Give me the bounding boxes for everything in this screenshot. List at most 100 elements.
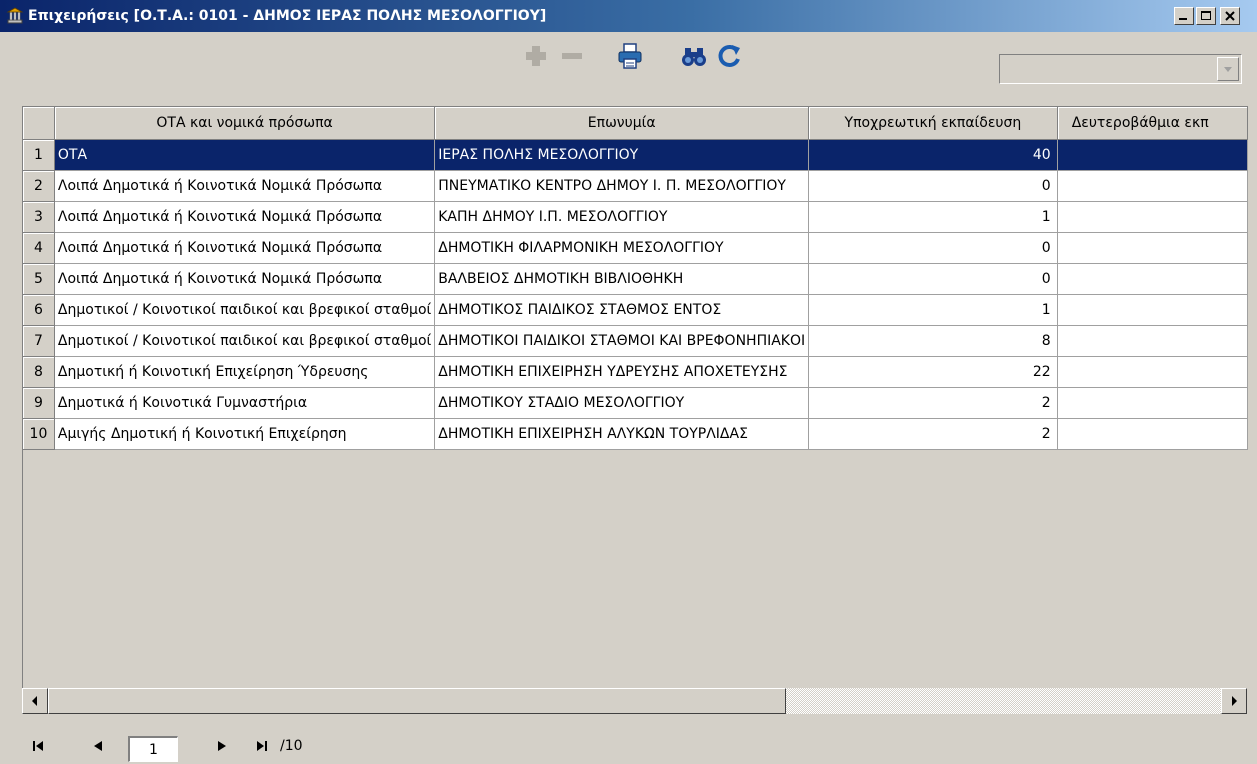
row-number[interactable]: 5 <box>23 263 55 295</box>
row-number[interactable]: 7 <box>23 325 55 357</box>
toolbar <box>0 32 1257 92</box>
cell-compulsory-education[interactable]: 40 <box>808 139 1058 171</box>
cell-secondary-education[interactable] <box>1057 232 1248 264</box>
find-icon[interactable] <box>680 42 708 70</box>
cell-type[interactable]: Δημοτικοί / Κοινοτικοί παιδικοί και βρεφ… <box>54 294 436 326</box>
cell-secondary-education[interactable] <box>1057 356 1248 388</box>
cell-compulsory-education[interactable]: 0 <box>808 263 1058 295</box>
cell-secondary-education[interactable] <box>1057 170 1248 202</box>
cell-type[interactable]: ΟΤΑ <box>54 139 436 171</box>
enterprises-table: ΟΤΑ και νομικά πρόσωπα Επωνυμία Υποχρεωτ… <box>23 107 1248 450</box>
cell-type[interactable]: Λοιπά Δημοτικά ή Κοινοτικά Νομικά Πρόσωπ… <box>54 263 436 295</box>
cell-compulsory-education[interactable]: 0 <box>808 232 1058 264</box>
row-number[interactable]: 6 <box>23 294 55 326</box>
horizontal-scrollbar[interactable] <box>22 688 1247 714</box>
cell-name[interactable]: ΙΕΡΑΣ ΠΟΛΗΣ ΜΕΣΟΛΟΓΓΙΟΥ <box>434 139 810 171</box>
table-row[interactable]: 1 ΟΤΑ ΙΕΡΑΣ ΠΟΛΗΣ ΜΕΣΟΛΟΓΓΙΟΥ 40 <box>23 139 1248 171</box>
cell-compulsory-education[interactable]: 2 <box>808 418 1058 450</box>
cell-type[interactable]: Λοιπά Δημοτικά ή Κοινοτικά Νομικά Πρόσωπ… <box>54 232 436 264</box>
cell-name[interactable]: ΔΗΜΟΤΙΚΗ ΕΠΙΧΕΙΡΗΣΗ ΑΛΥΚΩΝ ΤΟΥΡΛΙΔΑΣ <box>434 418 810 450</box>
row-number[interactable]: 1 <box>23 139 55 171</box>
app-icon <box>6 7 24 25</box>
table-row[interactable]: 7 Δημοτικοί / Κοινοτικοί παιδικοί και βρε… <box>23 325 1248 357</box>
cell-secondary-education[interactable] <box>1057 325 1248 357</box>
table-row[interactable]: 10 Αμιγής Δημοτική ή Κοινοτική Επιχείρηση… <box>23 418 1248 450</box>
minimize-button[interactable] <box>1174 7 1194 25</box>
cell-name[interactable]: ΚΑΠΗ ΔΗΜΟΥ Ι.Π. ΜΕΣΟΛΟΓΓΙΟΥ <box>434 201 810 233</box>
scroll-left-button[interactable] <box>22 688 48 714</box>
cell-secondary-education[interactable] <box>1057 294 1248 326</box>
cell-compulsory-education[interactable]: 1 <box>808 201 1058 233</box>
scroll-right-button[interactable] <box>1221 688 1247 714</box>
cell-secondary-education[interactable] <box>1057 387 1248 419</box>
row-number[interactable]: 10 <box>23 418 55 450</box>
cell-secondary-education[interactable] <box>1057 263 1248 295</box>
last-page-icon <box>257 741 267 751</box>
cell-name[interactable]: ΔΗΜΟΤΙΚΗ ΦΙΛΑΡΜΟΝΙΚΗ ΜΕΣΟΛΟΓΓΙΟΥ <box>434 232 810 264</box>
remove-icon[interactable] <box>558 42 586 70</box>
next-page-button[interactable] <box>212 738 234 756</box>
first-page-button[interactable] <box>30 738 52 756</box>
maximize-icon <box>1201 11 1211 20</box>
cell-type[interactable]: Δημοτικοί / Κοινοτικοί παιδικοί και βρεφ… <box>54 325 436 357</box>
cell-name[interactable]: ΒΑΛΒΕΙΟΣ ΔΗΜΟΤΙΚΗ ΒΙΒΛΙΟΘΗΚΗ <box>434 263 810 295</box>
cell-name[interactable]: ΔΗΜΟΤΙΚΟΙ ΠΑΙΔΙΚΟΙ ΣΤΑΘΜΟΙ ΚΑΙ ΒΡΕΦΟΝΗΠΙ… <box>434 325 810 357</box>
prev-page-icon <box>94 741 102 751</box>
window-title: Επιχειρήσεις [Ο.Τ.Α.: 0101 - ΔΗΜΟΣ ΙΕΡΑΣ… <box>28 8 547 24</box>
table-row[interactable]: 3 Λοιπά Δημοτικά ή Κοινοτικά Νομικά Πρόσω… <box>23 201 1248 233</box>
row-number[interactable]: 2 <box>23 170 55 202</box>
row-number[interactable]: 4 <box>23 232 55 264</box>
print-icon[interactable] <box>616 42 644 70</box>
table-row[interactable]: 5 Λοιπά Δημοτικά ή Κοινοτικά Νομικά Πρόσω… <box>23 263 1248 295</box>
add-icon[interactable] <box>522 42 550 70</box>
table-body: 1 ΟΤΑ ΙΕΡΑΣ ΠΟΛΗΣ ΜΕΣΟΛΟΓΓΙΟΥ 40 2 Λοιπά Δημο… <box>23 139 1248 450</box>
cell-compulsory-education[interactable]: 2 <box>808 387 1058 419</box>
minimize-icon <box>1179 18 1187 20</box>
cell-compulsory-education[interactable]: 22 <box>808 356 1058 388</box>
cell-name[interactable]: ΠΝΕΥΜΑΤΙΚΟ ΚΕΝΤΡΟ ΔΗΜΟΥ Ι. Π. ΜΕΣΟΛΟΓΓΙΟ… <box>434 170 810 202</box>
cell-secondary-education[interactable] <box>1057 201 1248 233</box>
chevron-down-icon <box>1224 67 1232 72</box>
column-header-type[interactable]: ΟΤΑ και νομικά πρόσωπα <box>54 107 436 140</box>
header-row: ΟΤΑ και νομικά πρόσωπα Επωνυμία Υποχρεωτ… <box>23 107 1248 140</box>
maximize-button[interactable] <box>1196 7 1216 25</box>
column-header-name[interactable]: Επωνυμία <box>434 107 810 140</box>
next-page-icon <box>218 741 226 751</box>
title-bar[interactable]: Επιχειρήσεις [Ο.Τ.Α.: 0101 - ΔΗΜΟΣ ΙΕΡΑΣ… <box>0 0 1257 32</box>
refresh-icon[interactable] <box>716 42 744 70</box>
cell-secondary-education[interactable] <box>1057 418 1248 450</box>
page-number-input[interactable] <box>128 736 178 762</box>
cell-type[interactable]: Λοιπά Δημοτικά ή Κοινοτικά Νομικά Πρόσωπ… <box>54 201 436 233</box>
cell-name[interactable]: ΔΗΜΟΤΙΚΗ ΕΠΙΧΕΙΡΗΣΗ ΥΔΡΕΥΣΗΣ ΑΠΟΧΕΤΕΥΣΗΣ <box>434 356 810 388</box>
cell-compulsory-education[interactable]: 8 <box>808 325 1058 357</box>
filter-select[interactable] <box>999 54 1242 84</box>
dropdown-button[interactable] <box>1217 57 1239 81</box>
table-row[interactable]: 4 Λοιπά Δημοτικά ή Κοινοτικά Νομικά Πρόσω… <box>23 232 1248 264</box>
cell-type[interactable]: Δημοτική ή Κοινοτική Επιχείρηση Ύδρευσης <box>54 356 436 388</box>
cell-compulsory-education[interactable]: 1 <box>808 294 1058 326</box>
close-button[interactable] <box>1220 7 1240 25</box>
cell-name[interactable]: ΔΗΜΟΤΙΚΟΣ ΠΑΙΔΙΚΟΣ ΣΤΑΘΜΟΣ ΕΝΤΟΣ <box>434 294 810 326</box>
table-row[interactable]: 9 Δημοτικά ή Κοινοτικά Γυμναστήρια ΔΗΜΟΤΙΚ… <box>23 387 1248 419</box>
last-page-button[interactable] <box>252 738 274 756</box>
first-page-icon <box>33 741 43 751</box>
table-row[interactable]: 6 Δημοτικοί / Κοινοτικοί παιδικοί και βρε… <box>23 294 1248 326</box>
table-row[interactable]: 2 Λοιπά Δημοτικά ή Κοινοτικά Νομικά Πρόσω… <box>23 170 1248 202</box>
scrollbar-thumb[interactable] <box>48 688 786 714</box>
column-header-compulsory-education[interactable]: Υποχρεωτική εκπαίδευση <box>808 107 1058 140</box>
cell-compulsory-education[interactable]: 0 <box>808 170 1058 202</box>
column-header-secondary-education[interactable]: Δευτεροβάθμια εκπ <box>1057 107 1248 140</box>
arrow-right-icon <box>1232 696 1237 706</box>
arrow-left-icon <box>32 696 37 706</box>
row-number[interactable]: 3 <box>23 201 55 233</box>
cell-type[interactable]: Δημοτικά ή Κοινοτικά Γυμναστήρια <box>54 387 436 419</box>
prev-page-button[interactable] <box>88 738 110 756</box>
cell-name[interactable]: ΔΗΜΟΤΙΚΟΥ ΣΤΑΔΙΟ ΜΕΣΟΛΟΓΓΙΟΥ <box>434 387 810 419</box>
row-number-header <box>23 107 55 140</box>
cell-type[interactable]: Αμιγής Δημοτική ή Κοινοτική Επιχείρηση <box>54 418 436 450</box>
cell-type[interactable]: Λοιπά Δημοτικά ή Κοινοτικά Νομικά Πρόσωπ… <box>54 170 436 202</box>
cell-secondary-education[interactable] <box>1057 139 1248 171</box>
table-row[interactable]: 8 Δημοτική ή Κοινοτική Επιχείρηση Ύδρευση… <box>23 356 1248 388</box>
row-number[interactable]: 8 <box>23 356 55 388</box>
row-number[interactable]: 9 <box>23 387 55 419</box>
